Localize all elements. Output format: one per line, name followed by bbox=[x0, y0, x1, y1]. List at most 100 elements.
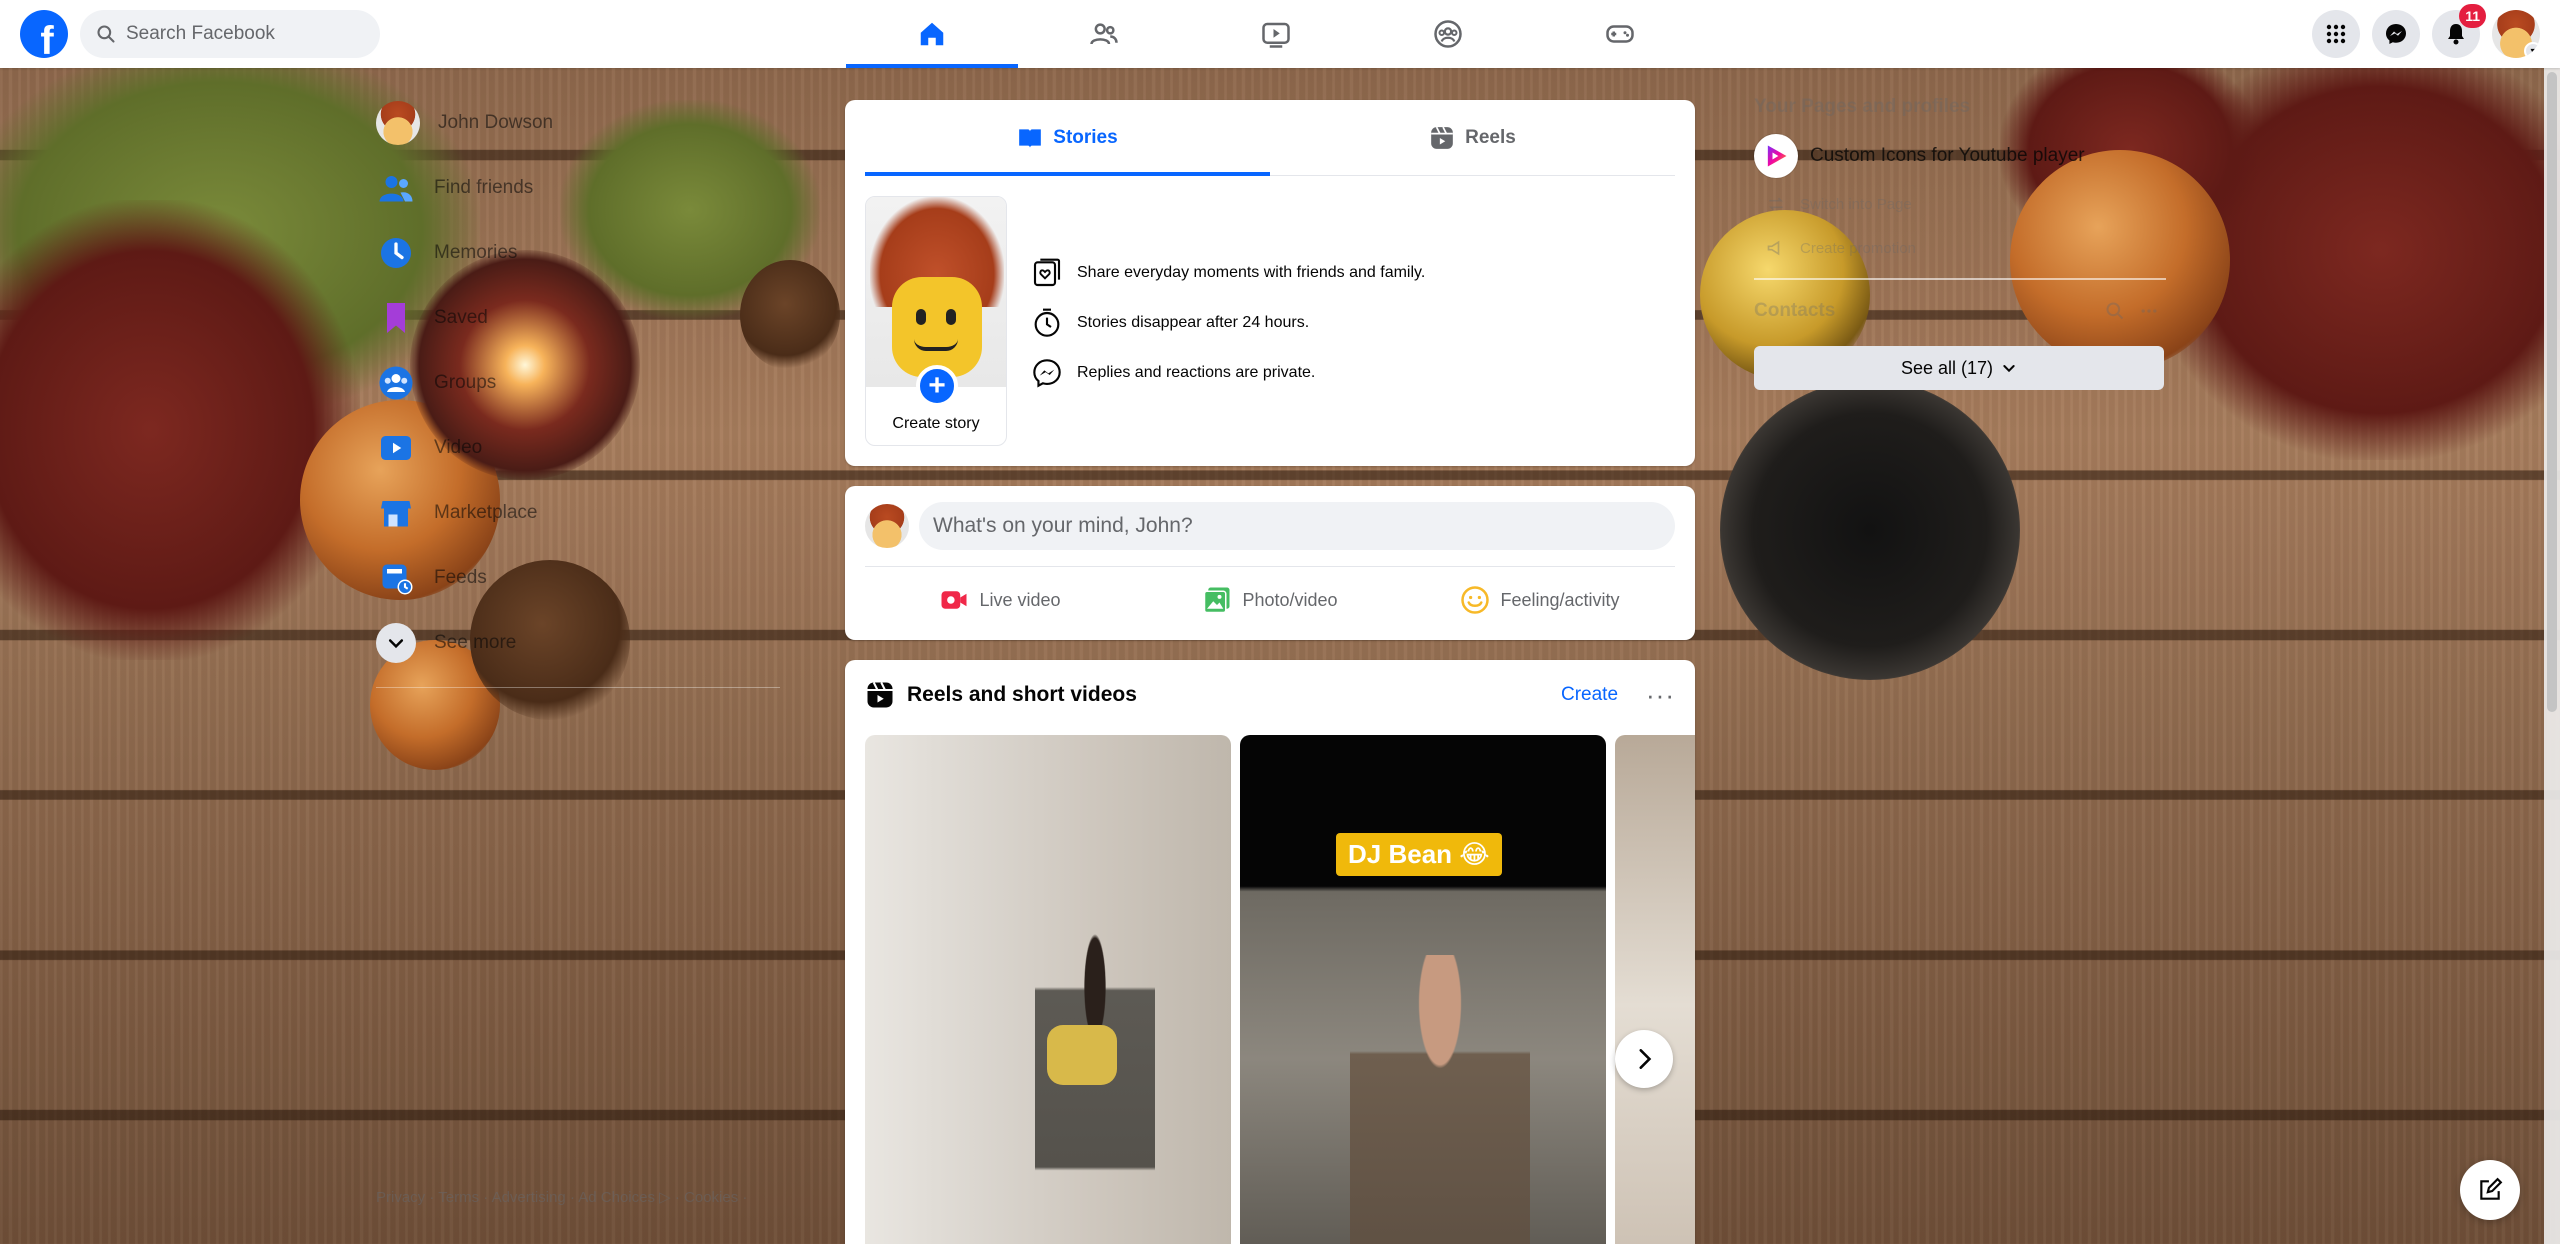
tab-reels[interactable]: Reels bbox=[1270, 100, 1675, 175]
contacts-options-button[interactable] bbox=[2132, 294, 2166, 328]
messenger-outline-icon bbox=[1033, 359, 1061, 388]
story-avatar-image bbox=[866, 197, 1006, 387]
chevron-right-icon bbox=[1639, 1049, 1652, 1069]
tab-friends[interactable] bbox=[1018, 0, 1190, 68]
live-video-button[interactable]: Live video bbox=[865, 575, 1135, 625]
tab-gaming[interactable] bbox=[1534, 0, 1706, 68]
new-message-button[interactable] bbox=[2460, 1160, 2520, 1220]
tab-stories[interactable]: Stories bbox=[865, 100, 1270, 176]
sidebar-item-groups[interactable]: Groups bbox=[368, 350, 788, 415]
page-item[interactable]: Custom Icons for Youtube player bbox=[1754, 130, 2166, 182]
reel-tile[interactable] bbox=[865, 735, 1231, 1244]
book-icon bbox=[1019, 128, 1042, 148]
tab-groups[interactable] bbox=[1362, 0, 1534, 68]
avatar[interactable] bbox=[865, 504, 909, 548]
chevron-down-icon: ▾ bbox=[2524, 42, 2540, 58]
sidebar-item-label: See more bbox=[434, 631, 517, 653]
reel-tile[interactable]: DJ Bean 😂 bbox=[1240, 735, 1606, 1244]
story-info-text: Stories disappear after 24 hours. bbox=[1077, 314, 1310, 331]
tab-home[interactable] bbox=[846, 0, 1018, 68]
feeds-icon bbox=[376, 558, 416, 598]
reels-card: Reels and short videos Create ··· DJ Bea… bbox=[845, 660, 1695, 1244]
sidebar-item-feeds[interactable]: Feeds bbox=[368, 545, 788, 610]
photo-video-button[interactable]: Photo/video bbox=[1135, 575, 1405, 625]
sidebar-item-marketplace[interactable]: Marketplace bbox=[368, 480, 788, 545]
contacts-header: Contacts bbox=[1754, 280, 2166, 342]
smiley-icon bbox=[1461, 586, 1490, 614]
reels-icon bbox=[1431, 126, 1453, 149]
more-options-icon bbox=[2141, 309, 2157, 313]
grid-menu-icon bbox=[2326, 24, 2346, 44]
status-input[interactable] bbox=[919, 502, 1675, 550]
contacts-search-button[interactable] bbox=[2098, 294, 2132, 328]
sub-row-label: Create promotion bbox=[1800, 239, 1916, 257]
add-story-button[interactable]: + bbox=[916, 365, 958, 407]
live-video-icon bbox=[941, 591, 967, 609]
left-sidebar: John Dowson Find friends Memories Saved … bbox=[368, 90, 788, 688]
compose-icon bbox=[2480, 1177, 2503, 1200]
menu-button[interactable] bbox=[2312, 10, 2360, 58]
tab-label: Reels bbox=[1465, 126, 1516, 148]
right-column: Your Pages and profiles Custom Icons for… bbox=[1754, 96, 2166, 390]
photo-heart-icon bbox=[1033, 258, 1061, 287]
reel-tile[interactable] bbox=[1615, 735, 1695, 1244]
messenger-button[interactable] bbox=[2372, 10, 2420, 58]
chevron-down-icon bbox=[2003, 365, 2015, 373]
action-label: Photo/video bbox=[1242, 589, 1338, 610]
action-label: Live video bbox=[979, 589, 1061, 610]
sidebar-item-find-friends[interactable]: Find friends bbox=[368, 155, 788, 220]
search-box[interactable] bbox=[80, 10, 380, 58]
footer-links[interactable]: Privacy · Terms · Advertising · Ad Choic… bbox=[376, 1188, 747, 1206]
reels-next-button[interactable] bbox=[1615, 1030, 1673, 1088]
photo-icon bbox=[1204, 587, 1230, 614]
friends-icon bbox=[1090, 23, 1118, 45]
see-all-contacts-button[interactable]: See all (17) bbox=[1754, 346, 2164, 390]
create-story-label: Create story bbox=[892, 415, 980, 432]
notifications-button[interactable]: 11 bbox=[2432, 4, 2486, 58]
switch-into-page-link[interactable]: Switch into Page bbox=[1754, 182, 2166, 226]
switch-icon bbox=[1768, 197, 1784, 211]
sidebar-item-see-more[interactable]: See more bbox=[368, 610, 788, 675]
header-actions: 11 ▾ bbox=[2312, 4, 2540, 58]
page-scrollbar[interactable] bbox=[2544, 68, 2560, 1244]
more-options-icon[interactable]: ··· bbox=[1646, 682, 1675, 708]
sidebar-item-label: Groups bbox=[434, 371, 497, 393]
contacts-heading: Contacts bbox=[1754, 300, 1836, 321]
sidebar-item-profile[interactable]: John Dowson bbox=[368, 90, 788, 155]
reels-create-link[interactable]: Create bbox=[1561, 684, 1618, 706]
story-tabs: Stories Reels bbox=[865, 100, 1675, 176]
sidebar-item-label: Find friends bbox=[434, 176, 534, 198]
tab-video[interactable] bbox=[1190, 0, 1362, 68]
action-label: Feeling/activity bbox=[1500, 589, 1620, 610]
home-icon bbox=[920, 22, 944, 46]
reel-caption: DJ Bean 😂 bbox=[1336, 833, 1502, 876]
sidebar-item-memories[interactable]: Memories bbox=[368, 220, 788, 285]
create-story-tile[interactable]: + Create story bbox=[865, 196, 1007, 446]
tab-label: Stories bbox=[1053, 126, 1118, 148]
pages-heading: Your Pages and profiles bbox=[1754, 96, 1971, 117]
search-input[interactable] bbox=[126, 23, 366, 45]
marketplace-icon bbox=[376, 493, 416, 533]
groups-icon bbox=[376, 363, 416, 403]
friends-icon bbox=[376, 168, 416, 208]
account-avatar[interactable]: ▾ bbox=[2492, 10, 2540, 58]
video-icon bbox=[376, 428, 416, 468]
megaphone-icon bbox=[1767, 240, 1780, 256]
create-promotion-link[interactable]: Create promotion bbox=[1754, 226, 2166, 270]
facebook-logo[interactable]: f bbox=[20, 10, 68, 58]
video-icon bbox=[1262, 22, 1290, 48]
main-nav bbox=[846, 0, 1706, 68]
sidebar-item-label: Memories bbox=[434, 241, 518, 263]
reels-icon bbox=[867, 682, 893, 708]
sidebar-item-saved[interactable]: Saved bbox=[368, 285, 788, 350]
story-info-text: Replies and reactions are private. bbox=[1077, 364, 1316, 381]
sidebar-item-video[interactable]: Video bbox=[368, 415, 788, 480]
post-composer: Live video Photo/video Feeling/activity bbox=[845, 486, 1695, 640]
sidebar-divider bbox=[376, 687, 780, 688]
timer-icon bbox=[1034, 308, 1060, 337]
sidebar-item-label: Feeds bbox=[434, 566, 487, 588]
search-icon bbox=[2106, 302, 2124, 320]
scrollbar-thumb[interactable] bbox=[2547, 72, 2557, 712]
feeling-activity-button[interactable]: Feeling/activity bbox=[1405, 575, 1675, 625]
chevron-down-icon bbox=[376, 622, 416, 663]
